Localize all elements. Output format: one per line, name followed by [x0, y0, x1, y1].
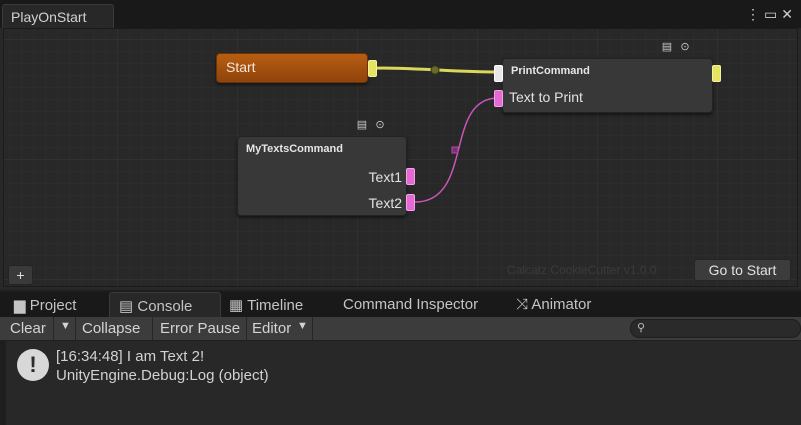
document-icon[interactable]: ▤: [661, 41, 673, 53]
start-flow-out-port[interactable]: [368, 60, 377, 77]
info-message-icon: !: [17, 349, 49, 381]
go-to-start-button[interactable]: Go to Start: [694, 259, 791, 281]
animator-icon: ⤨: [516, 296, 529, 313]
tab-animator-label: Animator: [531, 296, 592, 313]
console-left-edge: [0, 341, 6, 425]
log-message[interactable]: [16:34:48] I am Text 2!: [56, 348, 204, 365]
print-flow-in-port[interactable]: [494, 65, 503, 82]
search-icon: ⚲: [637, 322, 646, 334]
folder-icon: ▆: [14, 297, 26, 314]
tab-command-inspector[interactable]: Command Inspector: [343, 292, 503, 317]
print-flow-out-port[interactable]: [712, 65, 721, 82]
document-icon[interactable]: ▤: [356, 119, 368, 131]
text2-out-port[interactable]: [406, 194, 415, 211]
console-toolbar: Clear ▼ Collapse Error Pause Editor ▼ ⚲: [0, 317, 801, 341]
tab-console-label: Console: [137, 298, 193, 315]
film-icon: ▦: [229, 297, 244, 314]
window-tab[interactable]: PlayOnStart: [2, 4, 114, 28]
watermark: Calcatz CookieCutter v1.0.0: [507, 263, 657, 277]
bottom-tabbar: ▆ Project ▤ Console ▦ Timeline Command I…: [0, 292, 801, 317]
clear-dropdown-icon[interactable]: ▼: [60, 320, 71, 340]
print-command-title: PrintCommand: [511, 65, 590, 77]
my-texts-command-node[interactable]: MyTextsCommand Text1 Text2: [237, 136, 407, 216]
tab-animator[interactable]: ⤨ Animator: [516, 292, 616, 317]
start-node-label: Start: [226, 59, 256, 75]
tab-project[interactable]: ▆ Project: [14, 292, 109, 317]
text-to-print-label: Text to Print: [509, 89, 583, 105]
close-icon[interactable]: ✕: [781, 6, 797, 22]
gear-circle-icon[interactable]: ⊙: [679, 41, 691, 53]
tab-command-inspector-label: Command Inspector: [343, 296, 479, 313]
tab-project-label: Project: [29, 297, 77, 314]
window-controls[interactable]: ⋮▭✕: [746, 6, 797, 23]
text-to-print-in-port[interactable]: [494, 90, 503, 107]
my-texts-command-title: MyTextsCommand: [246, 143, 343, 155]
kebab-menu-icon[interactable]: ⋮: [746, 6, 764, 22]
data-wire-knot: [451, 146, 459, 154]
maximize-icon[interactable]: ▭: [764, 6, 781, 22]
clear-button[interactable]: Clear: [10, 320, 46, 340]
console-icon: ▤: [119, 298, 134, 315]
error-pause-button[interactable]: Error Pause: [160, 320, 240, 340]
flow-wire-knot: [430, 65, 440, 75]
tab-timeline-label: Timeline: [247, 297, 304, 314]
editor-dropdown[interactable]: Editor: [252, 320, 291, 340]
window-tabbar: PlayOnStart ⋮▭✕: [0, 0, 801, 28]
log-stacktrace[interactable]: UnityEngine.Debug:Log (object): [56, 367, 269, 384]
tab-timeline[interactable]: ▦ Timeline: [229, 292, 329, 317]
print-command-node[interactable]: PrintCommand Text to Print: [502, 58, 713, 113]
editor-dropdown-icon[interactable]: ▼: [297, 320, 308, 340]
text2-label: Text2: [368, 195, 402, 211]
collapse-button[interactable]: Collapse: [82, 320, 140, 340]
gear-circle-icon[interactable]: ⊙: [374, 119, 386, 131]
text1-label: Text1: [368, 169, 402, 185]
search-input[interactable]: ⚲: [630, 319, 801, 338]
tab-console[interactable]: ▤ Console: [109, 292, 221, 317]
add-button[interactable]: +: [8, 265, 33, 285]
start-node[interactable]: Start: [216, 53, 368, 83]
graph-canvas[interactable]: Start ▤ ⊙ PrintCommand Text to Print ▤ ⊙…: [3, 28, 798, 287]
text1-out-port[interactable]: [406, 168, 415, 185]
graph-window: PlayOnStart ⋮▭✕ Start ▤ ⊙ PrintCommand T…: [0, 0, 801, 290]
